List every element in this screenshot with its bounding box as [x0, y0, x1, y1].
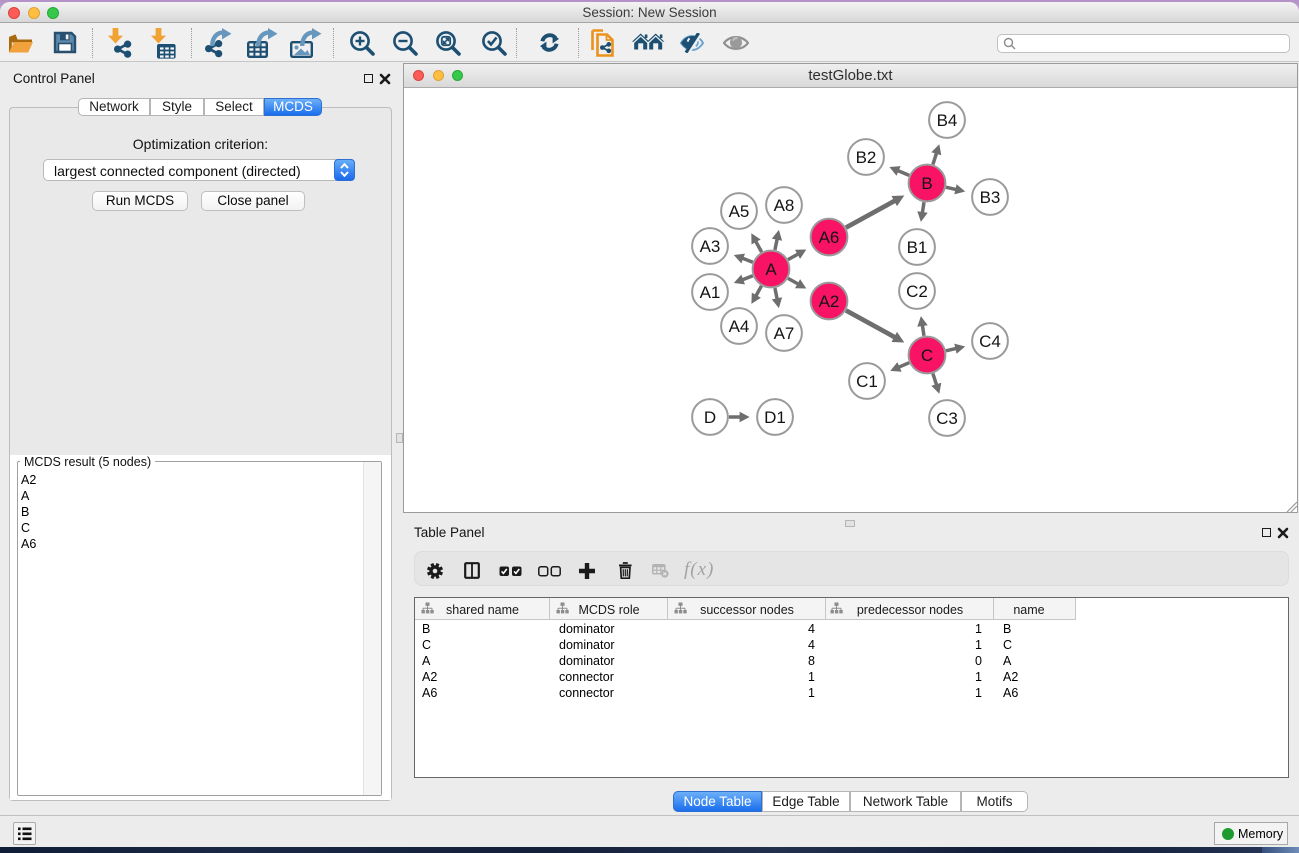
svg-text:C3: C3 — [936, 409, 958, 428]
svg-text:A4: A4 — [729, 317, 750, 336]
svg-text:B4: B4 — [937, 111, 958, 130]
svg-text:A7: A7 — [774, 324, 795, 343]
svg-text:C2: C2 — [906, 282, 928, 301]
svg-text:A1: A1 — [700, 283, 721, 302]
svg-text:A6: A6 — [819, 228, 840, 247]
svg-text:B2: B2 — [856, 148, 877, 167]
svg-text:A5: A5 — [729, 202, 750, 221]
svg-text:A: A — [765, 260, 777, 279]
svg-text:B: B — [921, 174, 932, 193]
svg-text:C1: C1 — [856, 372, 878, 391]
svg-text:A2: A2 — [819, 292, 840, 311]
svg-text:C: C — [921, 346, 933, 365]
svg-text:C4: C4 — [979, 332, 1001, 351]
svg-text:A3: A3 — [700, 237, 721, 256]
svg-text:D: D — [704, 408, 716, 427]
svg-text:B1: B1 — [907, 238, 928, 257]
svg-text:B3: B3 — [980, 188, 1001, 207]
svg-text:A8: A8 — [774, 196, 795, 215]
svg-text:D1: D1 — [764, 408, 786, 427]
